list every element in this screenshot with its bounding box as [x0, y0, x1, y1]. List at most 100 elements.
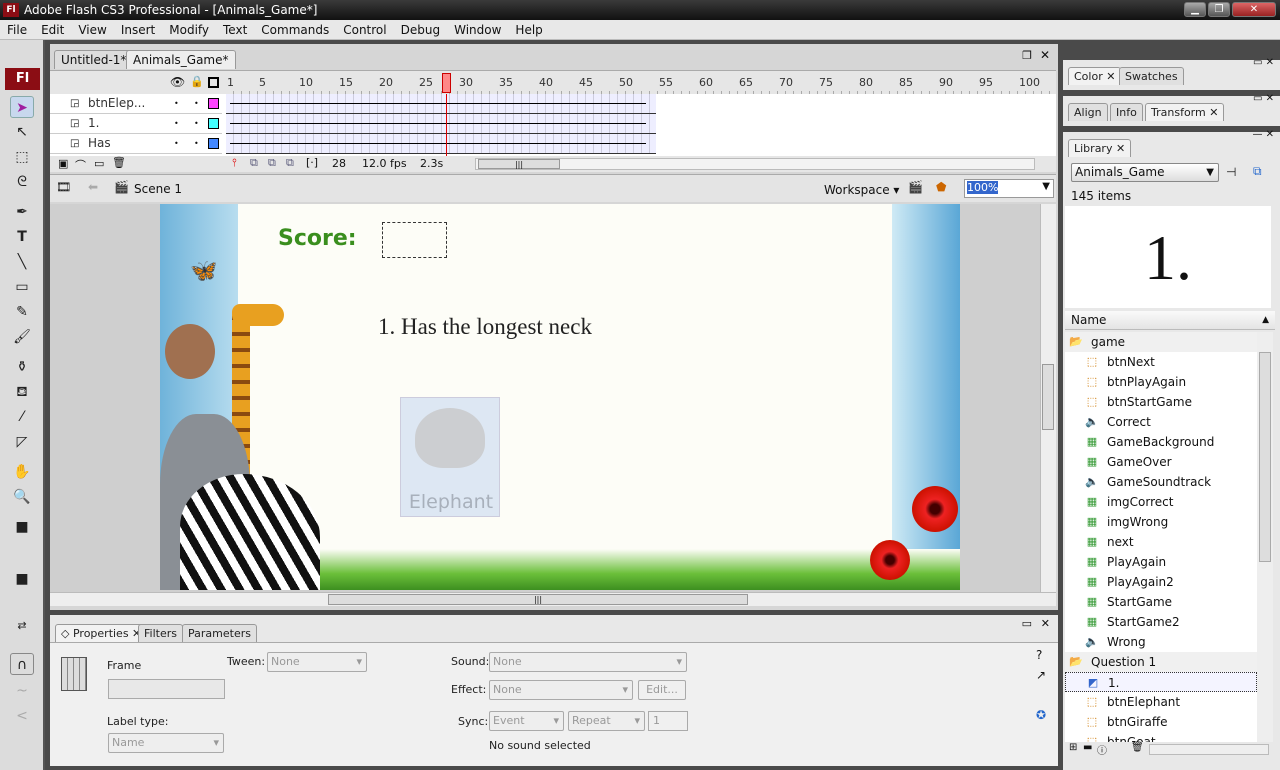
- snap-to-objects-icon[interactable]: ∩: [10, 653, 34, 675]
- panel-maximize-icon[interactable]: ▭: [1022, 617, 1032, 630]
- effect-select[interactable]: None: [489, 680, 633, 700]
- library-item[interactable]: ▦ StartGame: [1065, 592, 1257, 612]
- library-name-column[interactable]: Name ▲: [1065, 311, 1275, 330]
- properties-icon[interactable]: ⓘ: [1097, 742, 1107, 757]
- library-item[interactable]: ⬚ btnGiraffe: [1065, 712, 1257, 732]
- menu-modify[interactable]: Modify: [162, 23, 216, 37]
- visibility-dot[interactable]: •: [174, 94, 179, 113]
- layer-frames[interactable]: [226, 134, 656, 154]
- library-item[interactable]: ▦ imgWrong: [1065, 512, 1257, 532]
- tween-select[interactable]: None: [267, 652, 367, 672]
- pen-tool-icon[interactable]: ✒: [10, 201, 34, 223]
- onion-skin-icon[interactable]: ⧉: [250, 156, 258, 170]
- timeline-layer[interactable]: ◲ btnElep... • •: [50, 94, 222, 114]
- edit-symbols-icon[interactable]: ⬟: [936, 180, 946, 194]
- library-horizontal-scrollbar[interactable]: [1149, 744, 1269, 755]
- layer-color-swatch[interactable]: [208, 138, 219, 149]
- eyedropper-tool-icon[interactable]: ⁄: [10, 406, 34, 428]
- library-item[interactable]: ▦ imgCorrect: [1065, 492, 1257, 512]
- library-document-select[interactable]: Animals_Game ▼: [1071, 163, 1219, 182]
- accessibility-icon[interactable]: ✪: [1036, 708, 1046, 722]
- library-item[interactable]: 📂 Question 1: [1065, 652, 1257, 672]
- panel-close-icon[interactable]: ▭ ✕: [1253, 93, 1274, 104]
- layer-color-swatch[interactable]: [208, 98, 219, 109]
- panel-close-icon[interactable]: ✕: [1041, 617, 1050, 630]
- pin-library-icon[interactable]: ⊣: [1226, 165, 1236, 179]
- back-arrow-icon[interactable]: ⬅: [88, 180, 98, 194]
- visibility-dot[interactable]: •: [174, 114, 179, 133]
- tab-untitled[interactable]: Untitled-1*: [54, 50, 134, 69]
- edit-multiple-frames-icon[interactable]: ⧉: [286, 156, 294, 170]
- library-item[interactable]: 📂 game: [1065, 332, 1257, 352]
- line-tool-icon[interactable]: ╲: [10, 251, 34, 273]
- paint-bucket-tool-icon[interactable]: ⛾: [10, 381, 34, 403]
- straighten-icon[interactable]: <: [10, 705, 34, 727]
- library-item[interactable]: ⬚ btnPlayAgain: [1065, 372, 1257, 392]
- library-item[interactable]: ◩ 1.: [1065, 672, 1257, 692]
- tab-info[interactable]: Info: [1110, 103, 1143, 121]
- stage-vertical-scrollbar[interactable]: [1040, 204, 1056, 592]
- menu-file[interactable]: File: [0, 23, 34, 37]
- minimize-button[interactable]: ▁: [1184, 2, 1206, 17]
- new-folder-icon[interactable]: ▭: [94, 157, 104, 170]
- tab-align[interactable]: Align: [1068, 103, 1108, 121]
- layer-frames[interactable]: [226, 94, 656, 114]
- delete-icon[interactable]: 🗑: [1131, 742, 1144, 753]
- layer-frames[interactable]: [226, 114, 656, 134]
- edit-code-icon[interactable]: ↗: [1036, 668, 1046, 682]
- hand-tool-icon[interactable]: ✋: [10, 461, 34, 483]
- menu-help[interactable]: Help: [508, 23, 549, 37]
- smooth-icon[interactable]: ~: [10, 680, 34, 702]
- library-item[interactable]: ⬚ btnStartGame: [1065, 392, 1257, 412]
- timeline-layer[interactable]: ◲ Has • •: [50, 134, 222, 154]
- repeat-select[interactable]: Repeat: [568, 711, 645, 731]
- score-textfield[interactable]: [382, 222, 447, 258]
- layer-color-swatch[interactable]: [208, 118, 219, 129]
- close-button[interactable]: ✕: [1232, 2, 1276, 17]
- tab-properties[interactable]: ◇ Properties ✕: [55, 624, 148, 642]
- eye-icon[interactable]: 👁: [170, 75, 185, 89]
- library-item[interactable]: ⬚ btnElephant: [1065, 692, 1257, 712]
- panel-close-icon[interactable]: — ✕: [1252, 129, 1274, 140]
- elephant-button[interactable]: Elephant: [400, 397, 500, 517]
- tab-swatches[interactable]: Swatches: [1119, 67, 1184, 85]
- tab-parameters[interactable]: Parameters: [182, 624, 257, 642]
- new-layer-icon[interactable]: ▣: [58, 157, 68, 170]
- close-doc-icon[interactable]: ✕: [1040, 48, 1050, 62]
- maximize-button[interactable]: ❐: [1208, 2, 1230, 17]
- tab-animals-game[interactable]: Animals_Game*: [126, 50, 236, 69]
- library-item[interactable]: ▦ PlayAgain: [1065, 552, 1257, 572]
- lock-dot[interactable]: •: [194, 114, 199, 133]
- tab-color[interactable]: Color ✕: [1068, 67, 1122, 85]
- tab-filters[interactable]: Filters: [138, 624, 183, 642]
- delete-layer-icon[interactable]: 🗑: [112, 156, 126, 169]
- timeline-scrollbar[interactable]: |||: [475, 158, 1035, 170]
- library-item[interactable]: ⬚ btnGoat: [1065, 732, 1257, 742]
- add-motion-guide-icon[interactable]: ⌒: [75, 157, 86, 173]
- visibility-dot[interactable]: •: [174, 134, 179, 153]
- library-item[interactable]: ▦ StartGame2: [1065, 612, 1257, 632]
- zoom-combo[interactable]: 100% ▼: [964, 179, 1054, 198]
- library-item[interactable]: ⬚ btnNext: [1065, 352, 1257, 372]
- stroke-color-icon[interactable]: ■: [10, 516, 34, 538]
- rectangle-tool-icon[interactable]: ▭: [10, 276, 34, 298]
- lock-dot[interactable]: •: [194, 94, 199, 113]
- lock-icon[interactable]: 🔒: [190, 75, 204, 88]
- lasso-tool-icon[interactable]: ᘓ: [10, 171, 34, 193]
- lock-dot[interactable]: •: [194, 134, 199, 153]
- tab-transform[interactable]: Transform ✕: [1145, 103, 1225, 121]
- library-item[interactable]: 🔈 GameSoundtrack: [1065, 472, 1257, 492]
- zoom-tool-icon[interactable]: 🔍: [10, 486, 34, 508]
- modify-onion-markers-icon[interactable]: [·]: [306, 156, 318, 169]
- free-transform-tool-icon[interactable]: ⬚: [10, 146, 34, 168]
- stage-horizontal-scrollbar[interactable]: |||: [50, 592, 1056, 606]
- repeat-count-input[interactable]: 1: [648, 711, 688, 731]
- library-item[interactable]: ▦ GameBackground: [1065, 432, 1257, 452]
- restore-doc-icon[interactable]: ❐: [1022, 49, 1032, 62]
- sound-select[interactable]: None: [489, 652, 687, 672]
- help-icon[interactable]: ?: [1036, 648, 1042, 662]
- new-symbol-icon[interactable]: ⊞: [1069, 742, 1077, 753]
- tab-library[interactable]: Library ✕: [1068, 139, 1132, 157]
- timeline-toggle-icon[interactable]: 🎞: [56, 180, 71, 194]
- edit-button[interactable]: Edit...: [638, 680, 686, 700]
